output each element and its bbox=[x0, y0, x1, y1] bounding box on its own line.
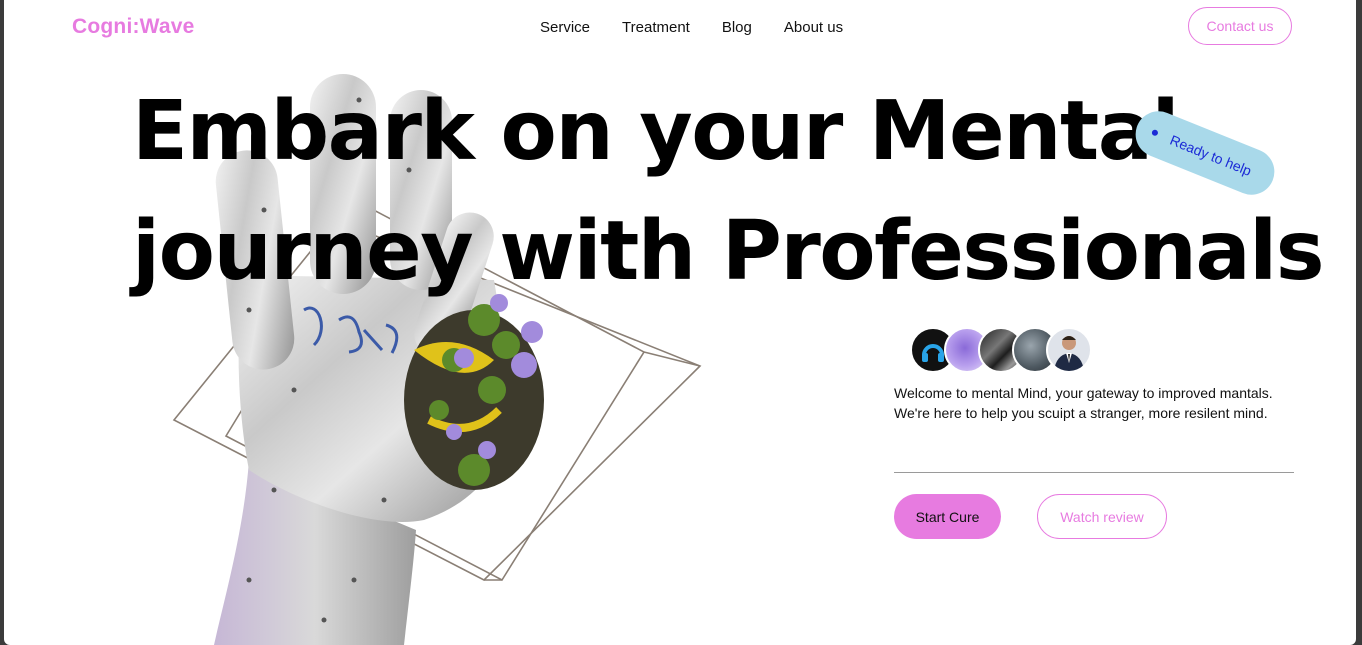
avatar-group bbox=[910, 327, 1092, 373]
headline-line-1: Embark on your Mental bbox=[132, 84, 1180, 179]
nav-item-blog[interactable]: Blog bbox=[722, 19, 752, 36]
hero-headline: Embark on your Mental journey with Profe… bbox=[132, 72, 1325, 312]
person-icon bbox=[1054, 336, 1084, 371]
status-dot-icon bbox=[1151, 128, 1159, 137]
contact-us-button[interactable]: Contact us bbox=[1188, 7, 1292, 45]
divider bbox=[894, 472, 1294, 473]
watch-review-button[interactable]: Watch review bbox=[1037, 494, 1167, 539]
man-in-suit-avatar bbox=[1046, 327, 1092, 373]
start-cure-button[interactable]: Start Cure bbox=[894, 494, 1001, 539]
main-nav: Service Treatment Blog About us bbox=[540, 19, 843, 36]
brand-logo[interactable]: Cogni:Wave bbox=[72, 15, 195, 39]
welcome-text: Welcome to mental Mind, your gateway to … bbox=[894, 385, 1273, 421]
headline-line-2: journey with Professionals bbox=[132, 204, 1325, 299]
nav-item-service[interactable]: Service bbox=[540, 19, 590, 36]
landing-page: Cogni:Wave Service Treatment Blog About … bbox=[4, 0, 1356, 645]
nav-item-about-us[interactable]: About us bbox=[784, 19, 843, 36]
nav-item-treatment[interactable]: Treatment bbox=[622, 19, 690, 36]
